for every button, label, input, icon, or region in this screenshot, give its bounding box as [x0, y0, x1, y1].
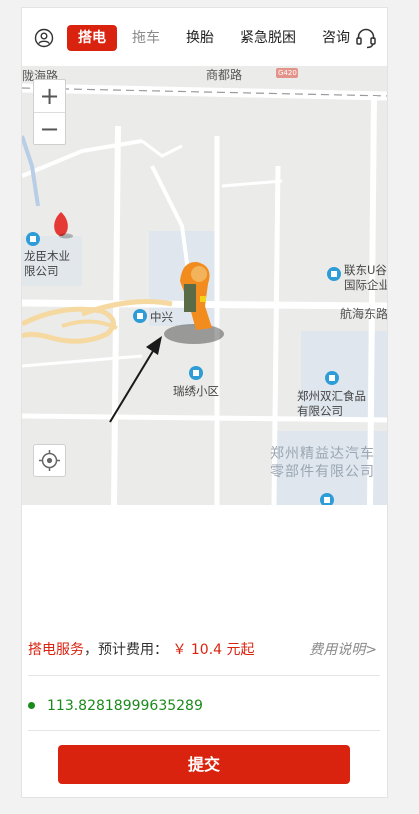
- tab-consult[interactable]: 咨询: [322, 25, 350, 51]
- zoom-in-button[interactable]: +: [34, 80, 65, 113]
- zoom-control: + −: [33, 79, 66, 145]
- map-road-badge: G420: [278, 69, 297, 77]
- tab-tire-change[interactable]: 换胎: [186, 25, 214, 51]
- map-poi-label: 联东U谷 国际企业: [344, 263, 388, 292]
- map-poi-label: 中兴: [150, 310, 173, 324]
- map-background: [22, 66, 387, 505]
- map-view[interactable]: 陇海路 商都路 G420 航海东路 龙臣木业 限公司 中兴 瑞绣小区 联东U谷 国际…: [22, 66, 388, 505]
- locate-button[interactable]: [33, 444, 66, 477]
- location-dot-icon: [28, 701, 35, 709]
- map-road-label: 航海东路: [340, 307, 388, 321]
- user-icon[interactable]: [34, 28, 54, 48]
- map-poi-label: 龙臣木业 限公司: [24, 249, 70, 278]
- map-road-label: 商都路: [206, 68, 243, 82]
- coordinate-value: 113.82818999635289: [47, 698, 203, 714]
- divider: [28, 675, 380, 676]
- fee-help-link[interactable]: 费用说明>: [309, 638, 377, 662]
- zoom-out-button[interactable]: −: [34, 113, 65, 145]
- map-poi-label: 瑞绣小区: [173, 384, 219, 398]
- location-row: 113.82818999635289: [28, 694, 203, 718]
- map-poi-label: 郑州双汇食品 有限公司: [297, 389, 366, 418]
- service-name: 搭电服务: [28, 642, 84, 658]
- top-nav: 搭电 拖车 换胎 紧急脱困 咨询: [22, 8, 387, 66]
- headset-icon[interactable]: [355, 27, 377, 49]
- separator: ，: [84, 642, 98, 658]
- tab-emergency-rescue[interactable]: 紧急脱困: [240, 25, 296, 51]
- fee-row: 搭电服务，预计费用： ￥ 10.4 元起 费用说明>: [28, 638, 383, 662]
- tab-tow[interactable]: 拖车: [132, 25, 160, 51]
- app-card: 搭电 拖车 换胎 紧急脱困 咨询 陇海路 商都路 G420 航海东路 龙臣木业 …: [21, 7, 388, 798]
- divider: [28, 730, 380, 731]
- crosshair-icon: [39, 450, 60, 471]
- submit-button[interactable]: 提交: [58, 745, 350, 784]
- tab-jumpstart[interactable]: 搭电: [67, 25, 117, 51]
- map-poi-label: 郑州精益达汽车 零部件有限公司: [270, 446, 375, 480]
- estimate-label: 预计费用：: [98, 642, 168, 658]
- price-value: ￥ 10.4 元起: [172, 642, 255, 658]
